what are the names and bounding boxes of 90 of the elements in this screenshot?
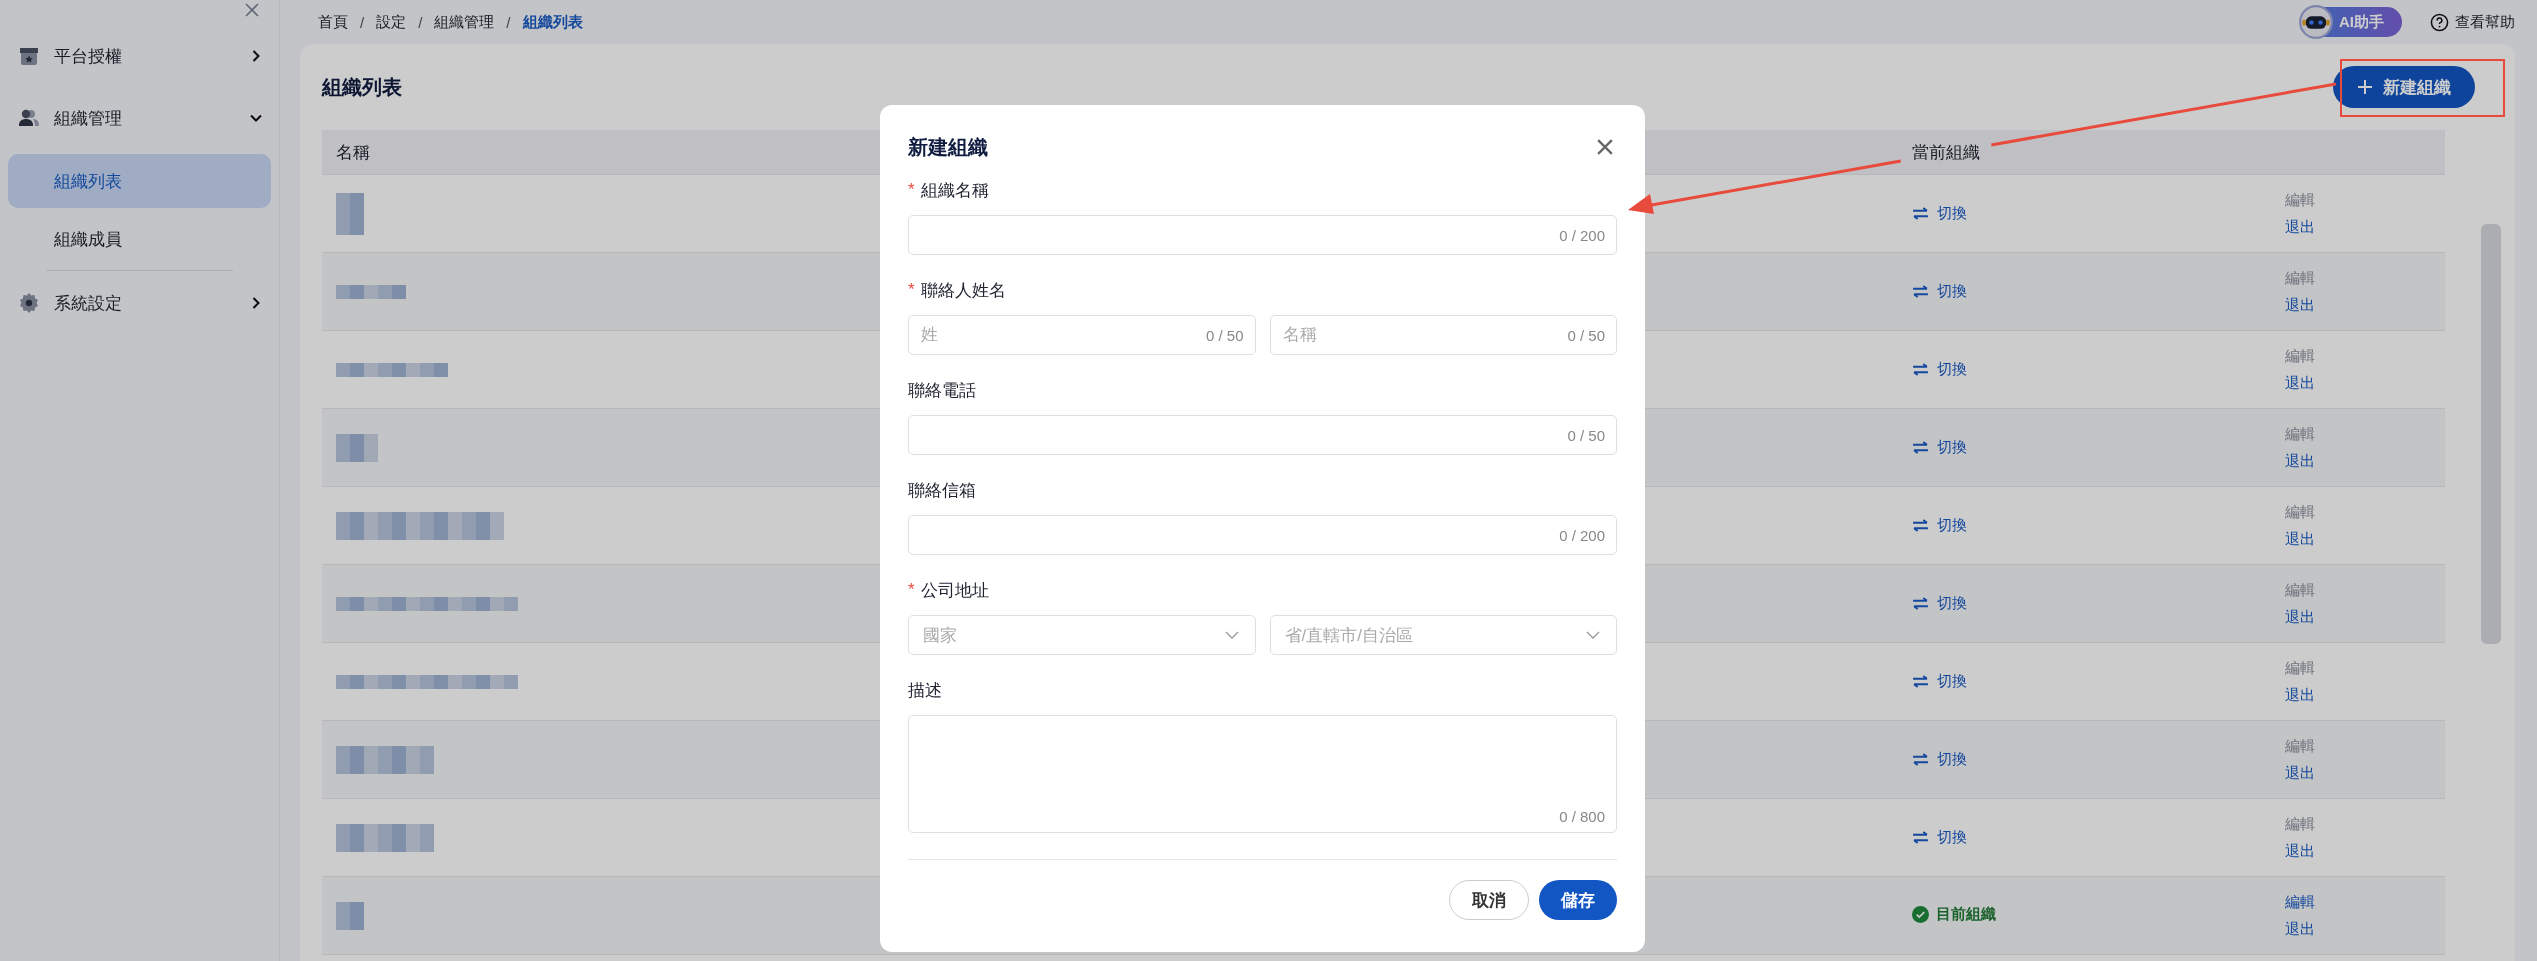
required-marker: *: [908, 180, 915, 200]
breadcrumb-link[interactable]: 設定: [376, 12, 407, 32]
dialog-title: 新建組織: [908, 134, 988, 160]
column-header: 當前組織: [1912, 142, 1980, 162]
swap-icon: [1912, 675, 1929, 688]
sidebar-item[interactable]: 組織管理: [0, 92, 279, 144]
textarea-field[interactable]: [908, 715, 1617, 833]
sidebar-subitem[interactable]: 組織列表: [8, 154, 271, 208]
help-icon: [2430, 12, 2449, 32]
action-link[interactable]: 退出: [2285, 373, 2445, 393]
character-counter: 0 / 200: [1559, 227, 1605, 244]
sidebar-label: 組織管理: [54, 107, 123, 130]
sidebar-label: 系統設定: [54, 292, 123, 315]
breadcrumb-separator: /: [418, 13, 423, 31]
swap-icon: [1912, 207, 1929, 220]
character-counter: 0 / 50: [1205, 327, 1244, 344]
robot-icon: [2299, 5, 2333, 39]
save-button[interactable]: 儲存: [1539, 880, 1617, 920]
input-field[interactable]: [908, 515, 1617, 555]
input-field[interactable]: [908, 415, 1617, 455]
chevron-down-icon: [1224, 631, 1239, 639]
field-label: 公司地址: [920, 579, 989, 602]
sidebar-item[interactable]: 系統設定: [0, 277, 279, 329]
character-counter: 0 / 800: [1559, 808, 1605, 825]
pixelated-block: [336, 192, 364, 235]
switch-link[interactable]: 切換: [1912, 594, 1967, 613]
help-link[interactable]: 查看幫助: [2430, 12, 2515, 32]
character-counter: 0 / 50: [1567, 427, 1605, 444]
action-link[interactable]: 退出: [2285, 841, 2445, 861]
swap-icon: [1912, 519, 1929, 532]
pixelated-block: [336, 284, 406, 299]
breadcrumb-link[interactable]: 組織管理: [434, 12, 495, 32]
action-link[interactable]: 退出: [2285, 451, 2445, 471]
swap-icon: [1912, 441, 1929, 454]
breadcrumb-link[interactable]: 組織列表: [522, 12, 583, 32]
character-counter: 0 / 200: [1559, 527, 1605, 544]
swap-icon: [1912, 285, 1929, 298]
page-title: 組織列表: [322, 74, 402, 100]
action-link[interactable]: 退出: [2285, 529, 2445, 549]
switch-link[interactable]: 切換: [1912, 438, 1967, 457]
chevron-down-icon: [1586, 631, 1600, 639]
breadcrumb-separator: /: [360, 13, 365, 31]
field-label: 聯絡電話: [908, 379, 976, 402]
switch-link[interactable]: 切換: [1912, 204, 1967, 223]
close-icon[interactable]: [245, 3, 259, 17]
breadcrumb-separator: /: [506, 13, 511, 31]
action-link[interactable]: 退出: [2285, 217, 2445, 237]
select-placeholder: 國家: [923, 624, 957, 647]
pixelated-block: [336, 901, 364, 930]
column-header: 名稱: [336, 142, 370, 162]
field-label: 聯絡信箱: [908, 479, 976, 502]
sidebar-item[interactable]: 平台授權: [0, 30, 279, 82]
field-label: 組織名稱: [920, 179, 989, 202]
plus-icon: [2357, 79, 2373, 95]
field-label: 聯絡人姓名: [920, 279, 1006, 302]
action-link[interactable]: 退出: [2285, 295, 2445, 315]
field-label: 描述: [908, 679, 942, 702]
swap-icon: [1912, 753, 1929, 766]
sidebar-label: 平台授權: [54, 45, 123, 68]
switch-link[interactable]: 切換: [1912, 828, 1967, 847]
action-link[interactable]: 退出: [2285, 919, 2445, 939]
swap-icon: [1912, 831, 1929, 844]
gear-icon: [18, 292, 40, 314]
action-link[interactable]: 退出: [2285, 763, 2445, 783]
switch-link[interactable]: 切換: [1912, 750, 1967, 769]
pixelated-block: [336, 433, 378, 462]
select-placeholder: 省/直轄市/自治區: [1284, 624, 1413, 647]
store-icon: [18, 45, 40, 67]
action-link[interactable]: 編輯: [2285, 892, 2445, 912]
status-text: 目前組織: [1936, 905, 1996, 924]
check-circle-icon: [1912, 906, 1929, 923]
switch-link[interactable]: 切換: [1912, 360, 1967, 379]
required-marker: *: [908, 580, 915, 600]
character-counter: 0 / 50: [1567, 327, 1605, 344]
switch-link[interactable]: 切換: [1912, 672, 1967, 691]
cancel-button[interactable]: 取消: [1449, 880, 1529, 920]
required-marker: *: [908, 280, 915, 300]
switch-link[interactable]: 切換: [1912, 282, 1967, 301]
scrollbar-thumb[interactable]: [2481, 224, 2501, 644]
switch-link[interactable]: 切換: [1912, 516, 1967, 535]
users-icon: [18, 107, 40, 129]
action-link[interactable]: 退出: [2285, 607, 2445, 627]
swap-icon: [1912, 363, 1929, 376]
swap-icon: [1912, 597, 1929, 610]
breadcrumb-link[interactable]: 首頁: [318, 12, 348, 32]
action-link[interactable]: 退出: [2285, 685, 2445, 705]
input-field[interactable]: [908, 215, 1617, 255]
sidebar-subitem[interactable]: 組織成員: [8, 212, 271, 266]
close-icon[interactable]: [1597, 139, 1613, 155]
new-organization-button[interactable]: 新建組織: [2333, 66, 2475, 108]
